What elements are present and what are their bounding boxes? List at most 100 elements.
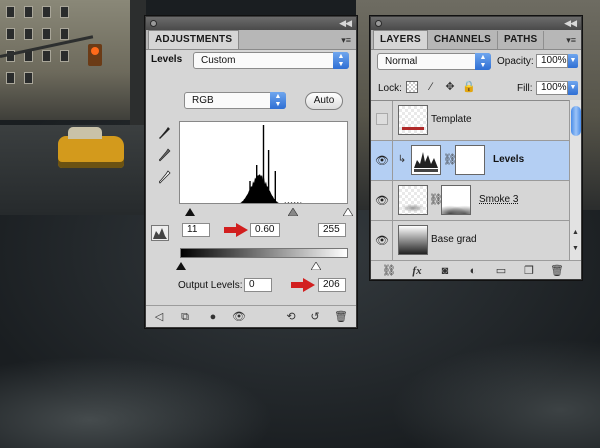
histogram-spike [274, 171, 276, 203]
layer-name[interactable]: Smoke 3 [479, 194, 518, 205]
blend-mode-value: Normal [385, 56, 418, 67]
input-black-slider[interactable] [184, 206, 196, 220]
chain-link-icon[interactable]: ⛓ [443, 153, 457, 167]
reset-icon[interactable]: ↺ [308, 310, 322, 324]
tab-adjustments[interactable]: ADJUSTMENTS [148, 30, 240, 49]
blend-mode-select[interactable]: Normal ▲ ▼ [377, 53, 491, 70]
back-arrow-icon[interactable]: ◁ [152, 310, 166, 324]
output-black-field[interactable]: 0 [244, 278, 272, 292]
close-icon[interactable] [375, 20, 382, 27]
layer-list: Template 👁 ↳ ⛓ Levels 👁 ⛓ Smoke 3 👁 Base… [371, 100, 581, 260]
preset-type-label: Levels [151, 54, 183, 65]
histogram-spike [267, 150, 270, 203]
red-arrow-annotation [224, 223, 248, 237]
layer-mask-thumbnail[interactable] [455, 145, 485, 175]
traffic-light [88, 44, 102, 66]
layer-row-smoke-3[interactable]: 👁 ⛓ Smoke 3 [371, 181, 569, 221]
channel-value: RGB [192, 95, 214, 106]
brush-icon[interactable]: ∕ [424, 80, 438, 94]
histogram-spike [249, 181, 251, 203]
visibility-toggle[interactable]: 👁 [371, 141, 393, 180]
tab-channels[interactable]: CHANNELS [428, 31, 499, 49]
layer-name[interactable]: Template [431, 114, 472, 125]
tab-paths[interactable]: PATHS [498, 31, 545, 49]
new-layer-clip-icon[interactable]: ● [206, 310, 220, 324]
levels-adjustment-thumbnail [411, 145, 441, 175]
close-icon[interactable] [150, 20, 157, 27]
padlock-icon[interactable]: 🔒 [462, 80, 476, 94]
input-white-slider[interactable] [342, 206, 354, 220]
panel-titlebar[interactable]: ◀◀ [371, 17, 581, 30]
layer-row-levels[interactable]: 👁 ↳ ⛓ Levels [371, 141, 569, 181]
layer-thumbnail [398, 105, 428, 135]
collapse-icon[interactable]: ◀◀ [339, 18, 352, 29]
preset-value: Custom [201, 55, 236, 66]
new-group-icon[interactable]: ▭ [493, 264, 509, 278]
auto-button[interactable]: Auto [305, 92, 343, 110]
lock-transparent-icon[interactable] [406, 81, 418, 93]
scrollbar-thumb[interactable] [571, 106, 581, 136]
clipping-arrow-icon: ↳ [397, 154, 407, 165]
layer-thumbnail [398, 225, 428, 255]
layers-tabbar: LAYERS CHANNELS PATHS ▾≡ [371, 30, 581, 50]
opacity-label: Opacity: [497, 56, 534, 67]
opacity-field[interactable]: 100% [536, 54, 568, 68]
layer-name[interactable]: Levels [493, 154, 524, 165]
trash-icon[interactable]: 🗑 [549, 264, 565, 278]
output-levels-label: Output Levels: [178, 280, 243, 291]
red-arrow-annotation [291, 278, 315, 292]
input-black-field[interactable]: 11 [182, 223, 210, 237]
output-gradient-bar [180, 248, 348, 258]
expanded-view-icon[interactable]: ⧉ [178, 310, 192, 324]
input-gamma-field[interactable]: 0.60 [250, 223, 280, 237]
preset-select[interactable]: Custom ▲ ▼ [193, 52, 349, 69]
new-layer-icon[interactable]: ❐ [521, 264, 537, 278]
panel-menu-icon[interactable]: ▾≡ [341, 35, 351, 46]
visibility-eye-icon[interactable]: 👁 [232, 310, 246, 324]
visibility-empty-box [376, 113, 388, 125]
levels-histogram [179, 121, 348, 204]
tab-layers[interactable]: LAYERS [373, 30, 428, 49]
updown-arrow-icon: ▲ ▼ [475, 53, 491, 70]
input-gamma-slider[interactable] [287, 206, 299, 220]
gray-eyedropper-icon[interactable] [158, 148, 172, 166]
white-eyedropper-icon[interactable] [158, 170, 172, 188]
layers-scrollbar[interactable]: ▲ ▼ [569, 100, 581, 260]
add-mask-icon[interactable]: ◙ [437, 264, 453, 278]
chain-link-icon[interactable]: ⛓ [429, 193, 443, 207]
channel-select[interactable]: RGB ▲ ▼ [184, 92, 286, 109]
move-icon[interactable]: ✥ [443, 80, 457, 94]
building-left [0, 0, 130, 120]
layer-row-template[interactable]: Template [371, 101, 569, 141]
new-adjustment-layer-icon[interactable]: ◐ [465, 264, 481, 278]
layers-footer: ⛓ fx ◙ ◐ ▭ ❐ 🗑 [371, 260, 581, 280]
panel-titlebar[interactable]: ◀◀ [146, 17, 356, 30]
output-white-slider[interactable] [310, 260, 322, 274]
link-layers-icon[interactable]: ⛓ [381, 264, 397, 278]
previous-state-icon[interactable]: ⟲ [284, 310, 298, 324]
opacity-dropdown-icon[interactable]: ▼ [568, 54, 578, 68]
input-white-field[interactable]: 255 [318, 223, 346, 237]
panel-menu-icon[interactable]: ▾≡ [566, 35, 576, 46]
output-white-field[interactable]: 206 [318, 278, 346, 292]
layer-row-base-grad[interactable]: 👁 Base grad [371, 221, 569, 260]
layer-name[interactable]: Base grad [431, 234, 477, 245]
fill-dropdown-icon[interactable]: ▼ [568, 81, 578, 95]
histogram-spike [256, 165, 258, 203]
black-eyedropper-icon[interactable] [158, 126, 172, 144]
layer-mask-thumbnail[interactable] [441, 185, 471, 215]
scroll-up-icon[interactable]: ▲ [570, 226, 581, 240]
collapse-icon[interactable]: ◀◀ [564, 18, 577, 29]
output-black-slider[interactable] [175, 260, 187, 274]
visibility-toggle[interactable] [371, 101, 393, 140]
visibility-toggle[interactable]: 👁 [371, 181, 393, 220]
updown-arrow-icon: ▲ ▼ [270, 92, 286, 109]
trash-icon[interactable]: 🗑 [334, 310, 348, 324]
fill-field[interactable]: 100% [536, 81, 568, 95]
histogram-warning-icon[interactable] [151, 225, 169, 241]
eye-icon: 👁 [375, 195, 389, 207]
visibility-toggle[interactable]: 👁 [371, 221, 393, 260]
eye-icon: 👁 [375, 235, 389, 247]
layer-style-fx-icon[interactable]: fx [409, 264, 425, 278]
scroll-down-icon[interactable]: ▼ [570, 242, 581, 256]
